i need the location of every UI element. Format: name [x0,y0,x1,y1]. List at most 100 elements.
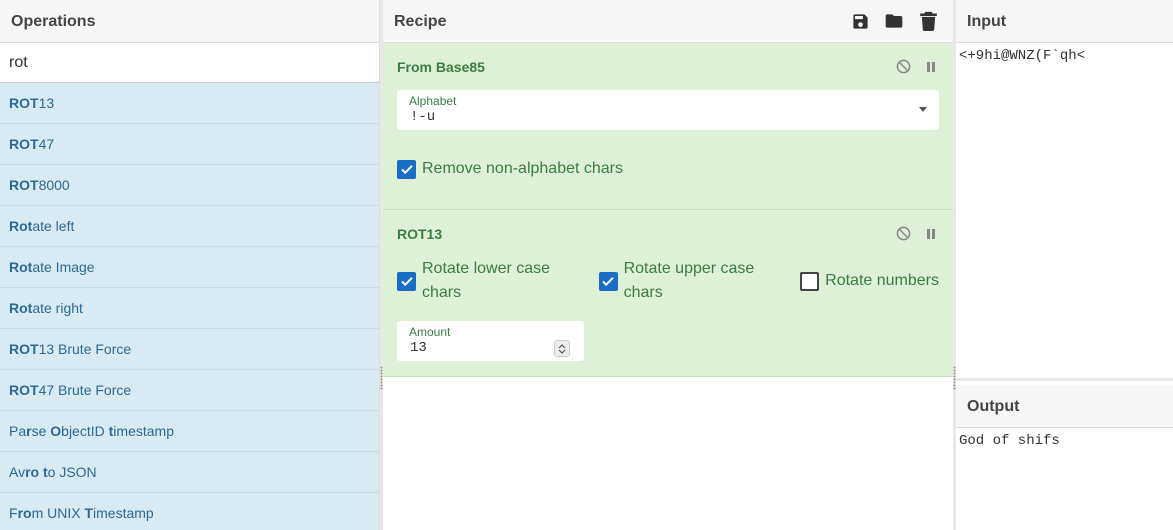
operation-label-part: ro [25,464,40,480]
operation-label-part: ROT [9,382,39,398]
rot13-options: Rotate lower case chars Rotate upper cas… [397,257,939,305]
pause-icon [927,61,935,72]
rotate-lower-checkbox[interactable] [397,271,416,291]
save-recipe-button[interactable] [849,10,871,32]
recipe-title: Recipe [394,12,447,30]
operation-label-part: 47 [38,136,55,152]
operation-list-item[interactable]: Rotate right [0,288,379,329]
operation-label-part: 8000 [38,177,70,193]
rotate-numbers-checkbox[interactable] [800,271,820,291]
breakpoint-button[interactable] [923,226,939,242]
operation-list-item[interactable]: Rotate left [0,206,379,247]
operation-list-item[interactable]: ROT8000 [0,165,379,206]
cyberchef-app: Operations ROT13ROT47ROT8000Rotate leftR… [0,0,1173,530]
from-base85-operation[interactable]: From Base85 Alphabet !-u Remove non-alph… [383,43,953,210]
save-icon [852,13,868,29]
operation-label-part: ate left [32,218,75,234]
chevron-down-icon [919,107,927,112]
operations-title: Operations [0,0,379,43]
operation-label-part: Rot [9,300,33,316]
output-pane: Output God of shifs [956,385,1173,530]
operation-label-part: bjectID [61,423,109,439]
output-title: Output [956,385,1173,428]
operation-label-part: ROT [9,95,39,111]
operation-list-item[interactable]: ROT47 [0,124,379,165]
disable-button[interactable] [895,59,911,75]
remove-non-alphabet-checkbox[interactable] [397,159,416,179]
amount-field[interactable]: Amount 13 [397,321,584,361]
disable-button[interactable] [895,226,911,242]
operation-list-item[interactable]: ROT47 Brute Force [0,370,379,411]
operation-controls [895,59,939,75]
operation-label-part: Rot [9,218,33,234]
operations-list: ROT13 ROT47 ROT8000 Rotate left Rotate Image… [0,83,379,530]
operation-label-part: Av [9,464,26,480]
recipe-toolbar [849,10,939,32]
rotate-upper-label: Rotate upper case chars [623,260,755,301]
trash-icon [919,11,937,31]
operation-label-part: ROT [9,136,39,152]
input-pane: Input <+9hi@WNZ(F`qh< [956,0,1173,378]
operation-label-part: ate right [32,300,83,316]
remove-non-alphabet-label: Remove non-alphabet chars [422,160,624,177]
operation-label-part: o JSON [47,464,97,480]
operation-label-part: 47 Brute Force [38,382,132,398]
operation-list-item[interactable]: From UNIX Timestamp [0,493,379,530]
operation-label-part: m UNIX [31,505,85,521]
operation-list-item[interactable]: Parse ObjectID timestamp [0,411,379,452]
operation-label-part: 13 Brute Force [38,341,132,357]
search-box[interactable] [0,43,379,83]
operation-list-item[interactable]: Avro to JSON [0,452,379,493]
alphabet-label: Alphabet [409,94,457,108]
amount-value: 13 [410,340,427,356]
operation-header: ROT13 [397,210,939,257]
alphabet-value: !-u [410,109,436,125]
folder-icon [885,14,903,28]
rotate-upper-checkbox[interactable] [598,271,618,291]
checkmark-icon [400,165,413,175]
input-title: Input [956,0,1173,43]
output-text[interactable]: God of shifs [956,428,1173,454]
operations-pane: Operations ROT13ROT47ROT8000Rotate leftR… [0,0,380,530]
amount-label: Amount [409,325,451,339]
operation-name: From Base85 [397,58,485,75]
io-splitter[interactable] [956,378,1173,381]
rotate-numbers-option: Rotate numbers [800,269,939,293]
breakpoint-button[interactable] [923,59,939,75]
operation-label-part: se [31,423,51,439]
input-textarea[interactable]: <+9hi@WNZ(F`qh< [956,43,1173,69]
checkmark-icon [400,277,413,287]
rotate-lower-label: Rotate lower case chars [422,260,551,301]
search-input[interactable] [0,53,379,72]
load-recipe-button[interactable] [883,10,905,32]
alphabet-select[interactable]: Alphabet !-u [397,90,939,130]
operation-label-part: ro [17,505,32,521]
amount-stepper[interactable] [554,340,570,357]
operation-label-part: imestamp [93,505,154,521]
rotate-upper-option: Rotate upper case chars [598,257,779,305]
rot13-operation[interactable]: ROT13 Rotate lower case chars Rotate upp… [383,210,953,377]
operation-label-part: ROT [9,341,39,357]
checkmark-icon [602,277,614,287]
stepper-arrows-icon [558,343,566,354]
operation-label-part: imestamp [113,423,174,439]
operation-label-part: Rot [9,259,33,275]
operation-label-part: T [84,505,94,521]
operation-name: ROT13 [397,225,443,242]
operation-list-item[interactable]: ROT13 [0,83,379,124]
recipe-pane: Recipe From Base85 Alphabet !-u Remove n… [383,0,953,530]
operation-label-part: ate Image [32,259,95,275]
pause-icon [927,228,935,239]
recipe-header: Recipe [383,0,953,43]
disable-icon [896,59,910,74]
remove-non-alphabet-option: Remove non-alphabet chars [397,157,939,181]
operation-header: From Base85 [397,43,939,90]
operation-label-part: Pa [9,423,27,439]
operation-list-item[interactable]: Rotate Image [0,247,379,288]
operation-label-part: F [9,505,18,521]
clear-recipe-button[interactable] [917,10,939,32]
operation-label-part: 13 [38,95,55,111]
operation-label-part: O [50,423,62,439]
operation-list-item[interactable]: ROT13 Brute Force [0,329,379,370]
rotate-lower-option: Rotate lower case chars [397,257,577,305]
